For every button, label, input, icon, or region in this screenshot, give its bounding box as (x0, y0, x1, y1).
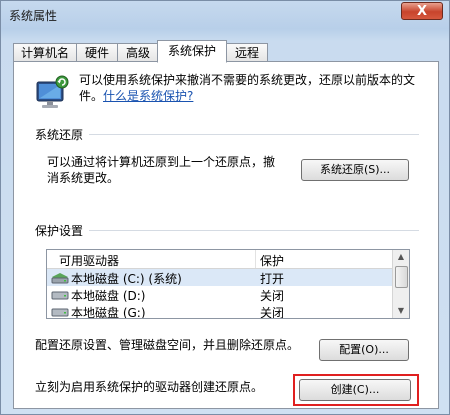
drive-name: 本地磁盘 (C:) (系统) (71, 272, 182, 286)
tab-hardware[interactable]: 硬件 (76, 43, 118, 62)
drive-list-header: 可用驱动器 保护 (47, 250, 394, 269)
configure-button[interactable]: 配置(O)... (319, 339, 409, 361)
hard-drive-icon (51, 291, 69, 300)
tab-remote[interactable]: 远程 (226, 43, 268, 62)
create-button-highlight (293, 374, 419, 406)
system-drive-icon (51, 273, 69, 284)
close-icon: X (416, 4, 428, 19)
drive-name: 本地磁盘 (D:) (71, 289, 146, 303)
section-divider (89, 230, 419, 231)
tab-label: 高级 (125, 46, 150, 60)
column-header-protection[interactable]: 保护 (260, 252, 284, 269)
section-divider (89, 134, 419, 135)
protection-settings-section-title: 保护设置 (35, 222, 90, 239)
system-restore-button[interactable]: 系统还原(S)... (301, 159, 409, 181)
configure-button-label: 配置(O)... (339, 343, 389, 356)
system-restore-section-title: 系统还原 (35, 126, 90, 143)
drive-name: 本地磁盘 (G:) (71, 306, 146, 319)
system-restore-button-label: 系统还原(S)... (319, 163, 391, 176)
drive-protection-status: 打开 (260, 272, 285, 286)
tab-label: 系统保护 (167, 44, 216, 58)
tab-computer-name[interactable]: 计算机名 (13, 43, 77, 62)
drive-protection-status: 关闭 (260, 306, 285, 319)
column-header-drive[interactable]: 可用驱动器 (59, 252, 119, 269)
system-restore-description: 可以通过将计算机还原到上一个还原点，撤消系统更改。 (47, 155, 276, 185)
drive-list-scrollbar[interactable]: ▲ ▼ (392, 250, 409, 318)
close-button[interactable]: X (401, 2, 443, 20)
column-separator (255, 250, 256, 268)
drive-list[interactable]: 可用驱动器 保护 本地磁盘 (C:) (系统) 打开 本地磁盘 (D:) 关闭 (46, 249, 410, 319)
drive-row[interactable]: 本地磁盘 (G:) 关闭 (47, 303, 394, 319)
configure-description: 配置还原设置、管理磁盘空间，并且删除还原点。 (35, 338, 300, 352)
create-description: 立刻为启用系统保护的驱动器创建还原点。 (35, 380, 264, 394)
tab-system-protection[interactable]: 系统保护 (157, 40, 227, 63)
tab-label: 远程 (234, 46, 259, 60)
scrollbar-thumb[interactable] (395, 266, 408, 288)
drive-protection-status: 关闭 (260, 289, 285, 303)
system-protection-monitor-icon (36, 75, 69, 108)
hard-drive-icon (51, 308, 69, 317)
tab-advanced[interactable]: 高级 (117, 43, 159, 62)
drive-row[interactable]: 本地磁盘 (D:) 关闭 (47, 286, 394, 303)
tab-label: 硬件 (84, 46, 109, 60)
what-is-system-protection-link[interactable]: 什么是系统保护? (103, 89, 193, 103)
tab-strip: 计算机名 硬件 高级 系统保护 远程 (13, 40, 443, 63)
tab-label: 计算机名 (20, 46, 69, 60)
system-properties-window: 系统属性 X 计算机名 硬件 高级 系统保护 远程 可以使用系统保护来撤消不需要… (0, 0, 450, 415)
drive-row[interactable]: 本地磁盘 (C:) (系统) 打开 (47, 269, 394, 286)
scroll-up-icon[interactable]: ▲ (393, 250, 409, 264)
scroll-down-icon[interactable]: ▼ (393, 304, 409, 318)
intro-text: 可以使用系统保护来撤消不需要的系统更改，还原以前版本的文件。什么是系统保护? (79, 72, 419, 104)
window-title: 系统属性 (9, 9, 58, 23)
